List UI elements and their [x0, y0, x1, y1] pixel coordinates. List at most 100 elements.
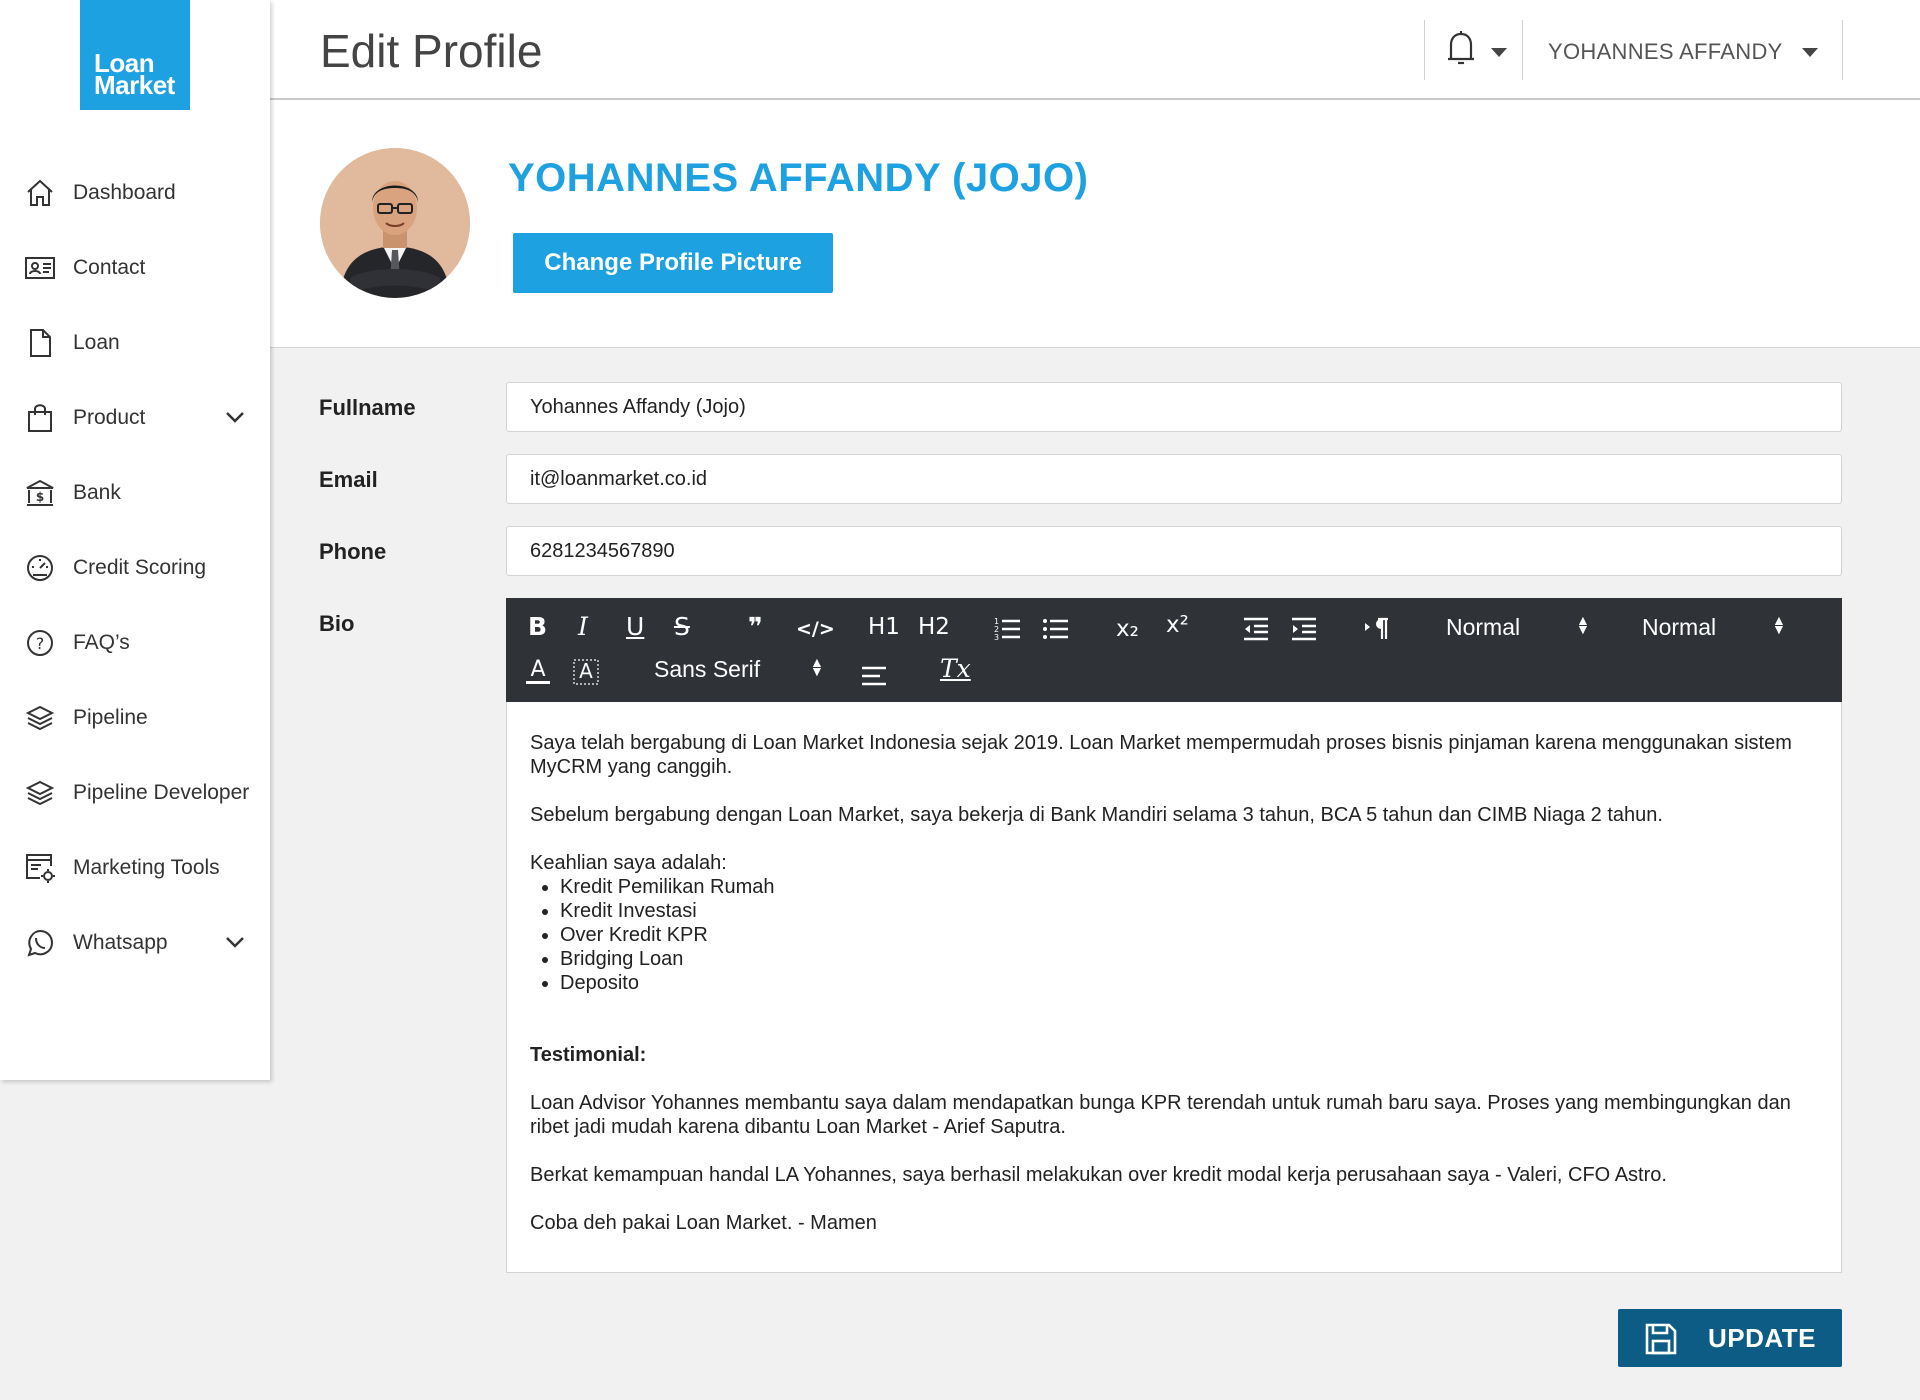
shopping-bag-icon [24, 402, 56, 434]
sidebar-item-label: Whatsapp [73, 930, 168, 954]
sidebar-item-label: Pipeline [73, 705, 148, 729]
sidebar-item-label: Dashboard [73, 180, 176, 204]
sidebar-item-faqs[interactable]: ? FAQ’s [0, 605, 270, 680]
update-button-label: UPDATE [1708, 1323, 1816, 1353]
user-menu-caret-icon[interactable] [1802, 48, 1818, 57]
bio-paragraph: Sebelum bergabung dengan Loan Market, sa… [530, 804, 1663, 826]
update-button[interactable]: UPDATE [1618, 1309, 1842, 1367]
bullet-list-icon[interactable] [1042, 616, 1070, 642]
list-item: Over Kredit KPR [560, 923, 1818, 947]
list-item: Kredit Pemilikan Rumah [560, 875, 1818, 899]
email-field[interactable] [506, 454, 1842, 504]
logo-text-line2: Market [94, 70, 175, 100]
bank-icon: $ [24, 477, 56, 509]
header-divider [1842, 20, 1843, 80]
list-item: Deposito [560, 971, 1818, 995]
bio-paragraph: Keahlian saya adalah: [530, 852, 727, 874]
sidebar-item-pipeline-developer[interactable]: Pipeline Developer [0, 755, 270, 830]
sidebar-item-credit-scoring[interactable]: Credit Scoring [0, 530, 270, 605]
superscript-button[interactable]: x² [1166, 610, 1189, 640]
skills-list: Kredit Pemilikan Rumah Kredit Investasi … [530, 875, 1818, 995]
layers-icon [24, 777, 56, 809]
chevron-down-icon[interactable] [224, 406, 246, 428]
bio-editor-toolbar: B I U S ❞ </> H1 H2 123 x₂ x² Normal ▲ ▼ … [506, 598, 1842, 702]
list-item: Bridging Loan [560, 947, 1818, 971]
testimonial-heading: Testimonial: [530, 1044, 647, 1066]
fullname-field[interactable] [506, 382, 1842, 432]
phone-field[interactable] [506, 526, 1842, 576]
header-select[interactable]: Normal ▲ ▼ [1642, 612, 1792, 642]
gauge-icon [24, 552, 56, 584]
sidebar-item-bank[interactable]: $ Bank [0, 455, 270, 530]
profile-display-name: YOHANNES AFFANDY (JOJO) [508, 156, 1089, 200]
underline-button[interactable]: U [626, 612, 644, 642]
email-label: Email [319, 467, 378, 492]
size-select[interactable]: Normal ▲ ▼ [1446, 612, 1596, 642]
chevron-down-icon[interactable] [224, 931, 246, 953]
sidebar-item-label: FAQ’s [73, 630, 130, 654]
sidebar-item-whatsapp[interactable]: Whatsapp [0, 905, 270, 980]
svg-text:?: ? [36, 634, 45, 653]
bio-paragraph: Coba deh pakai Loan Market. - Mamen [530, 1212, 877, 1234]
ordered-list-icon[interactable]: 123 [994, 616, 1022, 642]
change-profile-picture-button[interactable]: Change Profile Picture [513, 233, 833, 293]
sidebar-item-label: Product [73, 405, 146, 429]
layers-icon [24, 702, 56, 734]
bold-button[interactable]: B [528, 612, 547, 642]
sidebar-item-label: Contact [73, 255, 146, 279]
svg-text:A: A [530, 657, 545, 682]
sidebar-item-marketing-tools[interactable]: Marketing Tools [0, 830, 270, 905]
user-menu[interactable]: YOHANNES AFFANDY [1548, 39, 1783, 65]
sidebar-item-label: Pipeline Developer [73, 780, 250, 804]
updown-arrows-icon: ▲ ▼ [810, 654, 824, 679]
text-direction-icon[interactable] [1364, 615, 1392, 643]
heading-1-button[interactable]: H1 [868, 612, 900, 642]
header-select-value: Normal [1642, 614, 1717, 640]
italic-button[interactable]: I [578, 612, 588, 642]
heading-2-button[interactable]: H2 [918, 612, 950, 642]
sidebar-item-contact[interactable]: Contact [0, 230, 270, 305]
loan-market-logo[interactable]: Loan Market [80, 0, 190, 110]
question-circle-icon: ? [24, 627, 56, 659]
clear-format-button[interactable]: Tx [940, 654, 971, 684]
sidebar-item-pipeline[interactable]: Pipeline [0, 680, 270, 755]
font-select-value: Sans Serif [654, 656, 761, 682]
home-icon [24, 177, 56, 209]
phone-label: Phone [319, 539, 387, 564]
sidebar-item-product[interactable]: Product [0, 380, 270, 455]
svg-text:A: A [579, 659, 593, 683]
updown-arrows-icon: ▲ ▼ [1576, 612, 1590, 637]
background-color-icon[interactable]: A [572, 656, 600, 686]
outdent-icon[interactable] [1242, 616, 1270, 642]
notification-bell-icon[interactable] [1443, 28, 1479, 68]
updown-arrows-icon: ▲ ▼ [1772, 612, 1786, 637]
font-select[interactable]: Sans Serif ▲ ▼ [654, 654, 824, 684]
notification-dropdown-caret-icon[interactable] [1491, 48, 1507, 57]
text-color-icon[interactable]: A [524, 656, 552, 686]
sidebar-item-label: Credit Scoring [73, 555, 207, 579]
sidebar-item-loan[interactable]: Loan [0, 305, 270, 380]
bio-paragraph: Berkat kemampuan handal LA Yohannes, say… [530, 1164, 1667, 1186]
bio-editor[interactable]: Saya telah bergabung di Loan Market Indo… [506, 702, 1842, 1273]
subscript-button[interactable]: x₂ [1116, 614, 1139, 644]
top-header: Edit Profile YOHANNES AFFANDY [270, 0, 1920, 100]
header-divider [1424, 20, 1425, 80]
browser-gear-icon [24, 852, 56, 884]
document-icon [24, 327, 56, 359]
bio-paragraph: Loan Advisor Yohannes membantu saya dala… [530, 1092, 1791, 1138]
sidebar-item-label: Loan [73, 330, 120, 354]
page-title: Edit Profile [320, 25, 543, 77]
sidebar: Loan Market Dashboard Contact Loan Produ… [0, 0, 270, 1080]
align-icon[interactable] [860, 662, 888, 688]
sidebar-item-label: Bank [73, 480, 121, 504]
blockquote-button[interactable]: ❞ [748, 612, 763, 642]
save-icon [1645, 1323, 1677, 1355]
whatsapp-icon [24, 927, 56, 959]
bio-label: Bio [319, 611, 355, 636]
avatar [320, 148, 470, 298]
sidebar-item-dashboard[interactable]: Dashboard [0, 155, 270, 230]
strikethrough-button[interactable]: S [674, 612, 690, 642]
indent-icon[interactable] [1290, 616, 1318, 642]
size-select-value: Normal [1446, 614, 1521, 640]
code-block-button[interactable]: </> [796, 614, 835, 644]
